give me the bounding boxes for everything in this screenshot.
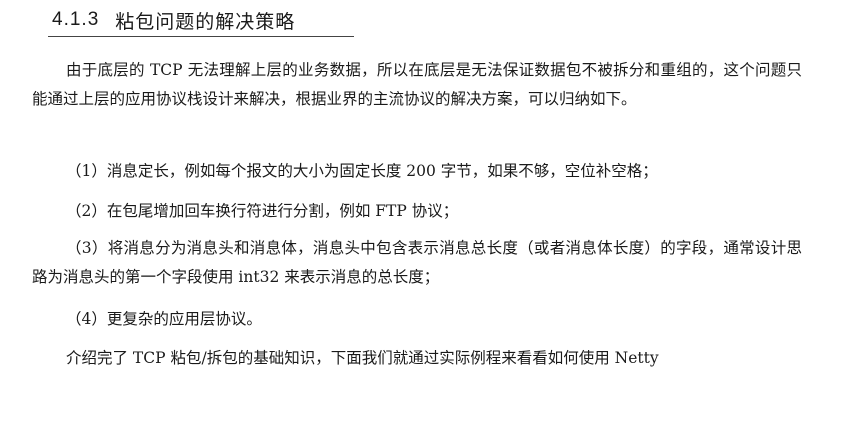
strategy-item-1: （1）消息定长，例如每个报文的大小为固定长度 200 字节，如果不够，空位补空格…: [66, 162, 658, 180]
closing-paragraph: 介绍完了 TCP 粘包/拆包的基础知识，下面我们就通过实际例程来看看如何使用 N…: [66, 349, 659, 367]
section-heading: 4.1.3 粘包问题的解决策略: [48, 4, 354, 37]
section-title: 粘包问题的解决策略: [115, 10, 296, 33]
strategy-item-4: （4）更复杂的应用层协议。: [66, 310, 262, 328]
intro-paragraph: 由于底层的 TCP 无法理解上层的业务数据，所以在底层是无法保证数据包不被拆分和…: [32, 61, 802, 108]
strategy-item-2: （2）在包尾增加回车换行符进行分割，例如 FTP 协议；: [66, 202, 459, 220]
section-number: 4.1.3: [52, 9, 100, 30]
strategy-item-3: （3）将消息分为消息头和消息体，消息头中包含表示消息总长度（或者消息体长度）的字…: [32, 239, 802, 286]
